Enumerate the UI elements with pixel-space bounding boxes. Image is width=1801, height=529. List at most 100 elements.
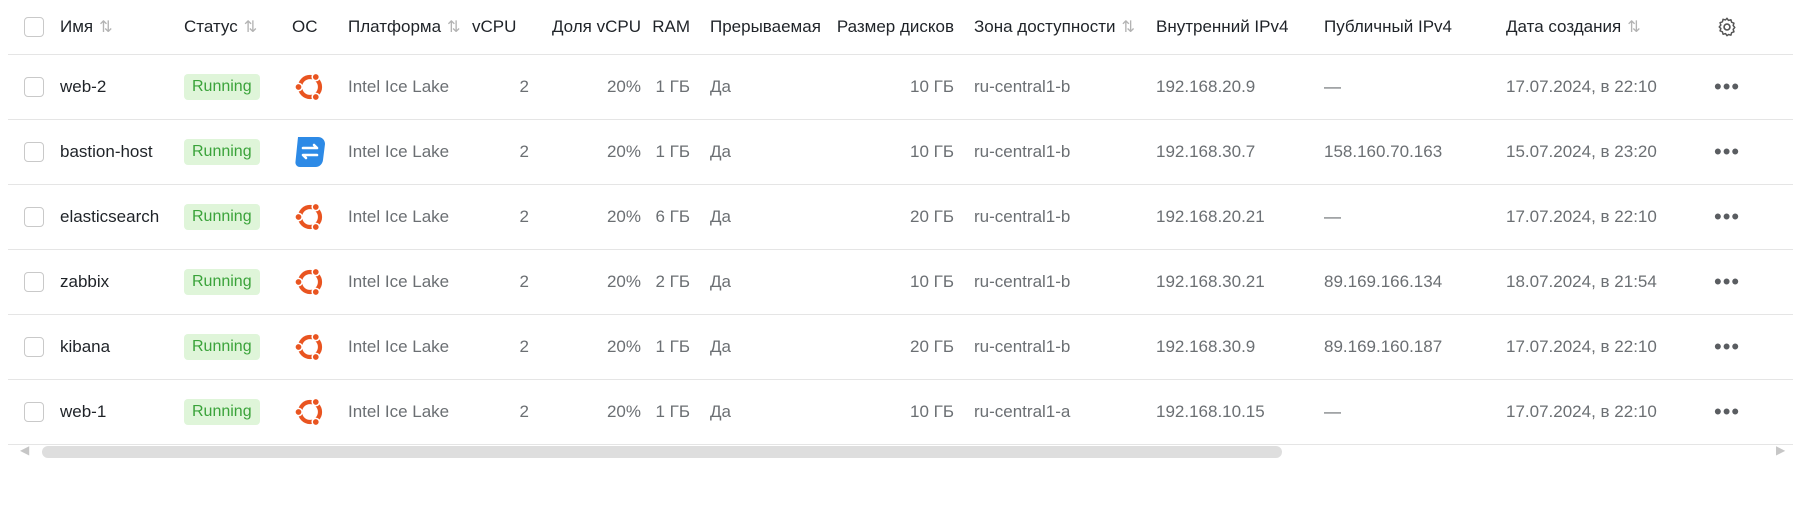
vm-name[interactable]: web-1 bbox=[60, 379, 184, 445]
internal-ip: 192.168.30.9 bbox=[1154, 314, 1322, 380]
disk-size: 20 ГБ bbox=[830, 184, 954, 250]
column-label: Внутренний IPv4 bbox=[1156, 17, 1289, 36]
sort-icon[interactable]: ⇅ bbox=[99, 17, 113, 37]
row-actions-cell: ••• bbox=[1676, 314, 1793, 380]
gear-icon[interactable] bbox=[1716, 16, 1738, 38]
more-actions-icon[interactable]: ••• bbox=[1714, 139, 1740, 164]
row-actions-cell: ••• bbox=[1676, 54, 1793, 120]
vm-name[interactable]: bastion-host bbox=[60, 119, 184, 185]
vcpu: 2 bbox=[472, 314, 529, 380]
column-label: Имя bbox=[60, 17, 94, 36]
horizontal-scrollbar[interactable]: ◀ ▶ bbox=[0, 440, 1801, 466]
row-select-cell bbox=[8, 184, 60, 250]
column-header-status[interactable]: Статус ⇅ bbox=[184, 0, 292, 55]
scrollbar-thumb[interactable] bbox=[42, 446, 1282, 458]
created-date: 15.07.2024, в 23:20 bbox=[1498, 119, 1676, 185]
platform: Intel Ice Lake bbox=[348, 379, 472, 445]
status-badge: Running bbox=[184, 74, 260, 100]
almalinux-icon bbox=[295, 137, 325, 167]
scroll-left-icon[interactable]: ◀ bbox=[20, 443, 29, 457]
column-label: RAM bbox=[652, 17, 690, 36]
column-header-name[interactable]: Имя ⇅ bbox=[60, 0, 184, 55]
row-actions-cell: ••• bbox=[1676, 379, 1793, 445]
more-actions-icon[interactable]: ••• bbox=[1714, 399, 1740, 424]
vm-name[interactable]: web-2 bbox=[60, 54, 184, 120]
table-row[interactable]: bastion-host Running Intel Ice Lake 2 20% 1 Г… bbox=[8, 119, 1793, 185]
column-label: ОС bbox=[292, 17, 318, 36]
table-row[interactable]: zabbix Running Intel Ice Lake 2 20% 2 ГБ Да 10 … bbox=[8, 249, 1793, 315]
vcpu-share: 20% bbox=[529, 119, 641, 185]
scroll-right-icon[interactable]: ▶ bbox=[1776, 443, 1785, 457]
platform: Intel Ice Lake bbox=[348, 184, 472, 250]
vcpu-share: 20% bbox=[529, 379, 641, 445]
sort-icon[interactable]: ⇅ bbox=[1121, 17, 1135, 37]
internal-ip: 192.168.30.7 bbox=[1154, 119, 1322, 185]
column-label: Статус bbox=[184, 17, 238, 36]
os-cell bbox=[292, 54, 348, 120]
row-select-cell bbox=[8, 54, 60, 120]
vm-name[interactable]: kibana bbox=[60, 314, 184, 380]
vcpu: 2 bbox=[472, 379, 529, 445]
vm-name[interactable]: zabbix bbox=[60, 249, 184, 315]
row-actions-cell: ••• bbox=[1676, 249, 1793, 315]
table-row[interactable]: elasticsearch Running Intel Ice Lake 2 20% 6 … bbox=[8, 184, 1793, 250]
ram: 1 ГБ bbox=[641, 379, 690, 445]
internal-ip: 192.168.20.9 bbox=[1154, 54, 1322, 120]
public-ip: 89.169.166.134 bbox=[1322, 249, 1498, 315]
created-date: 17.07.2024, в 22:10 bbox=[1498, 54, 1676, 120]
created-date: 17.07.2024, в 22:10 bbox=[1498, 379, 1676, 445]
table-row[interactable]: web-1 Running Intel Ice Lake 2 20% 1 ГБ Да 10 Г… bbox=[8, 379, 1793, 445]
select-all-checkbox[interactable] bbox=[24, 17, 44, 38]
row-checkbox[interactable] bbox=[24, 272, 44, 293]
column-header-internal-ip: Внутренний IPv4 bbox=[1154, 0, 1322, 55]
vcpu: 2 bbox=[472, 119, 529, 185]
created-date: 17.07.2024, в 22:10 bbox=[1498, 184, 1676, 250]
preemptible: Да bbox=[690, 314, 830, 380]
status-cell: Running bbox=[184, 119, 292, 185]
row-checkbox[interactable] bbox=[24, 77, 44, 98]
more-actions-icon[interactable]: ••• bbox=[1714, 204, 1740, 229]
column-header-os: ОС bbox=[292, 0, 348, 55]
column-header-vcpu: vCPU bbox=[472, 0, 529, 55]
preemptible: Да bbox=[690, 54, 830, 120]
preemptible: Да bbox=[690, 379, 830, 445]
column-header-platform[interactable]: Платформа ⇅ bbox=[348, 0, 472, 55]
public-ip: 158.160.70.163 bbox=[1322, 119, 1498, 185]
status-badge: Running bbox=[184, 399, 260, 425]
settings-cell bbox=[1676, 0, 1793, 55]
internal-ip: 192.168.10.15 bbox=[1154, 379, 1322, 445]
column-header-zone[interactable]: Зона доступности ⇅ bbox=[954, 0, 1154, 55]
row-select-cell bbox=[8, 314, 60, 380]
public-ip: — bbox=[1322, 184, 1498, 250]
row-checkbox[interactable] bbox=[24, 402, 44, 423]
public-ip: — bbox=[1322, 54, 1498, 120]
row-actions-cell: ••• bbox=[1676, 184, 1793, 250]
status-cell: Running bbox=[184, 249, 292, 315]
more-actions-icon[interactable]: ••• bbox=[1714, 269, 1740, 294]
disk-size: 20 ГБ bbox=[830, 314, 954, 380]
sort-icon[interactable]: ⇅ bbox=[1627, 17, 1641, 37]
more-actions-icon[interactable]: ••• bbox=[1714, 334, 1740, 359]
vcpu-share: 20% bbox=[529, 54, 641, 120]
row-checkbox[interactable] bbox=[24, 142, 44, 163]
vcpu: 2 bbox=[472, 184, 529, 250]
table-row[interactable]: kibana Running Intel Ice Lake 2 20% 1 ГБ Да 20 … bbox=[8, 314, 1793, 380]
column-header-public-ip: Публичный IPv4 bbox=[1322, 0, 1498, 55]
status-cell: Running bbox=[184, 54, 292, 120]
ram: 1 ГБ bbox=[641, 314, 690, 380]
row-checkbox[interactable] bbox=[24, 207, 44, 228]
more-actions-icon[interactable]: ••• bbox=[1714, 74, 1740, 99]
table-row[interactable]: web-2 Running Intel Ice Lake 2 20% 1 ГБ Да 10 Г… bbox=[8, 54, 1793, 120]
column-header-disk-size: Размер дисков bbox=[830, 0, 954, 55]
status-cell: Running bbox=[184, 314, 292, 380]
disk-size: 10 ГБ bbox=[830, 379, 954, 445]
os-cell bbox=[292, 379, 348, 445]
preemptible: Да bbox=[690, 184, 830, 250]
row-checkbox[interactable] bbox=[24, 337, 44, 358]
sort-icon[interactable]: ⇅ bbox=[447, 17, 461, 37]
column-header-created[interactable]: Дата создания ⇅ bbox=[1498, 0, 1676, 55]
column-header-ram: RAM bbox=[641, 0, 690, 55]
os-cell bbox=[292, 184, 348, 250]
sort-icon[interactable]: ⇅ bbox=[244, 17, 258, 37]
vm-name[interactable]: elasticsearch bbox=[60, 184, 184, 250]
